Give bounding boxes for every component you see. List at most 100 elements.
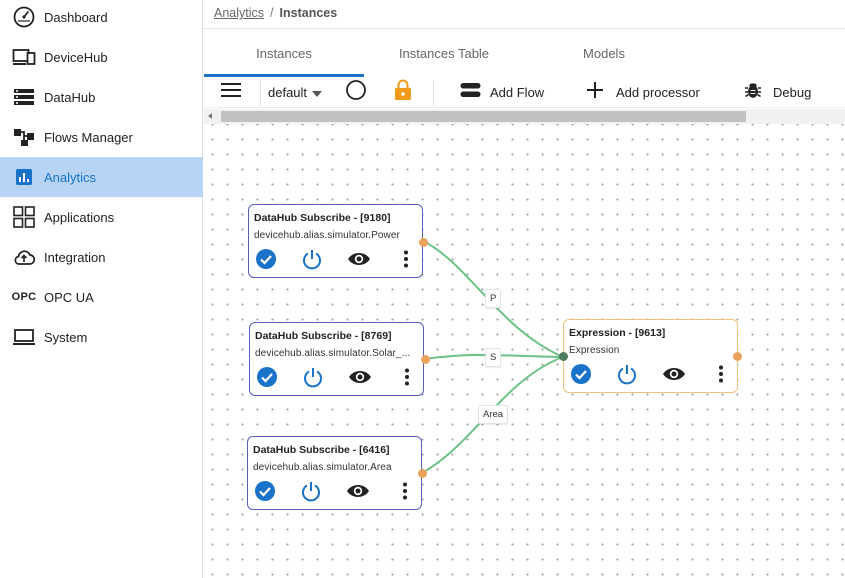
sidebar-item-label: Dashboard — [44, 9, 108, 25]
node-subtitle: devicehub.alias.simulator.Area — [253, 462, 392, 473]
node-power-button[interactable] — [300, 249, 324, 273]
eye-icon — [346, 483, 370, 504]
bug-icon — [744, 81, 762, 104]
node-title: Expression - [9613] — [569, 327, 666, 339]
flow-node-datahub-subscribe-8769[interactable]: DataHub Subscribe - [8769] devicehub.ali… — [249, 322, 430, 396]
flow-toolbar: default Add Flow Add processor Debug — [204, 77, 845, 108]
node-output-port[interactable] — [421, 355, 430, 364]
flow-canvas[interactable]: DataHub Subscribe - [9180] devicehub.ali… — [204, 124, 845, 578]
sidebar-item-label: DataHub — [44, 89, 96, 105]
sidebar-item-datahub[interactable]: DataHub — [0, 77, 203, 117]
sidebar-item-opc-ua[interactable]: OPC OPC UA — [0, 277, 203, 317]
node-view-button[interactable] — [348, 367, 372, 391]
sidebar-item-applications[interactable]: Applications — [0, 197, 203, 237]
check-circle-icon — [255, 248, 277, 275]
tab-instances[interactable]: Instances — [204, 29, 364, 77]
more-vertical-icon — [403, 250, 409, 273]
add-processor-button[interactable]: Add processor — [586, 77, 711, 108]
sidebar-item-label: Analytics — [44, 169, 97, 185]
add-processor-label: Add processor — [616, 85, 700, 100]
wire-label-p[interactable]: P — [485, 289, 502, 308]
sidebar-item-system[interactable]: System — [0, 317, 203, 357]
plus-icon — [586, 81, 604, 104]
node-power-button[interactable] — [301, 367, 325, 391]
circle-outline-icon — [345, 79, 367, 106]
node-title: DataHub Subscribe - [9180] — [254, 212, 391, 224]
add-flow-label: Add Flow — [490, 85, 545, 100]
node-more-button[interactable] — [394, 249, 418, 273]
sidebar-item-label: System — [44, 329, 88, 345]
sidebar-item-label: Integration — [44, 249, 106, 265]
flow-selector[interactable]: default — [268, 77, 328, 108]
node-output-port[interactable] — [418, 469, 427, 478]
scrollbar-thumb[interactable] — [221, 111, 746, 122]
eye-icon — [662, 366, 686, 387]
eye-icon — [347, 251, 371, 272]
eye-icon — [348, 369, 372, 390]
node-actions — [249, 248, 424, 275]
node-status-button[interactable] — [255, 366, 279, 391]
debug-button[interactable]: Debug — [744, 77, 824, 108]
more-vertical-icon — [402, 482, 408, 505]
wire-label-area[interactable]: Area — [478, 405, 509, 424]
flow-node-datahub-subscribe-9180[interactable]: DataHub Subscribe - [9180] devicehub.ali… — [248, 204, 428, 278]
toolbar-divider — [260, 80, 261, 106]
sidebar-item-label: Flows Manager — [44, 129, 133, 145]
scroll-left-arrow-icon[interactable] — [208, 113, 212, 119]
tab-models[interactable]: Models — [524, 29, 684, 77]
node-view-button[interactable] — [346, 481, 370, 505]
sidebar-item-label: DeviceHub — [44, 49, 108, 65]
node-subtitle: devicehub.alias.simulator.Power — [254, 230, 400, 241]
node-status-button[interactable] — [569, 363, 593, 390]
sidebar-item-analytics[interactable]: Analytics — [0, 157, 203, 197]
check-circle-icon — [570, 363, 592, 390]
analytics-chart-icon — [12, 165, 36, 189]
hamburger-menu-icon — [220, 82, 242, 103]
check-circle-icon — [254, 480, 276, 507]
node-output-port[interactable] — [419, 238, 428, 247]
menu-button[interactable] — [220, 77, 244, 108]
node-view-button[interactable] — [662, 364, 686, 388]
node-power-button[interactable] — [615, 364, 639, 388]
node-subtitle: devicehub.alias.simulator.Solar_... — [255, 348, 411, 359]
canvas-horizontal-scrollbar[interactable] — [204, 109, 845, 124]
node-title: DataHub Subscribe - [8769] — [255, 330, 392, 342]
toolbar-divider — [433, 80, 434, 106]
cloud-upload-icon — [12, 245, 36, 269]
add-flow-button[interactable]: Add Flow — [460, 77, 560, 108]
node-subtitle: Expression — [569, 345, 620, 356]
node-more-button[interactable] — [395, 367, 419, 391]
power-icon — [301, 248, 323, 275]
more-vertical-icon — [718, 365, 724, 388]
sidebar-item-dashboard[interactable]: Dashboard — [0, 0, 203, 37]
node-status-button[interactable] — [254, 248, 278, 275]
storage-icon — [12, 85, 36, 109]
tab-instances-table[interactable]: Instances Table — [364, 29, 524, 77]
status-toggle[interactable] — [345, 77, 369, 108]
wire-label-s[interactable]: S — [485, 348, 502, 367]
node-output-port[interactable] — [733, 352, 742, 361]
sidebar-item-flows-manager[interactable]: Flows Manager — [0, 117, 203, 157]
sidebar-item-devicehub[interactable]: DeviceHub — [0, 37, 203, 77]
node-actions — [564, 363, 739, 390]
lock-icon — [394, 79, 412, 106]
sidebar-item-label: Applications — [44, 209, 115, 225]
breadcrumb-current: Instances — [279, 6, 338, 20]
node-status-button[interactable] — [253, 480, 277, 507]
breadcrumb: Analytics / Instances — [214, 6, 337, 20]
breadcrumb-link-analytics[interactable]: Analytics — [214, 6, 264, 20]
lock-button[interactable] — [394, 77, 416, 108]
node-title: DataHub Subscribe - [6416] — [253, 444, 390, 456]
node-power-button[interactable] — [299, 481, 323, 505]
sidebar-item-integration[interactable]: Integration — [0, 237, 203, 277]
node-more-button[interactable] — [393, 481, 417, 505]
storage-icon — [460, 82, 481, 103]
node-view-button[interactable] — [347, 249, 371, 273]
debug-label: Debug — [773, 85, 812, 100]
node-input-port[interactable] — [559, 352, 568, 361]
devices-icon — [12, 45, 36, 69]
flow-node-datahub-subscribe-6416[interactable]: DataHub Subscribe - [6416] devicehub.ali… — [247, 436, 427, 510]
node-more-button[interactable] — [709, 364, 733, 388]
flow-node-expression-9613[interactable]: Expression - [9613] Expression — [559, 319, 742, 393]
breadcrumb-separator: / — [270, 6, 274, 20]
